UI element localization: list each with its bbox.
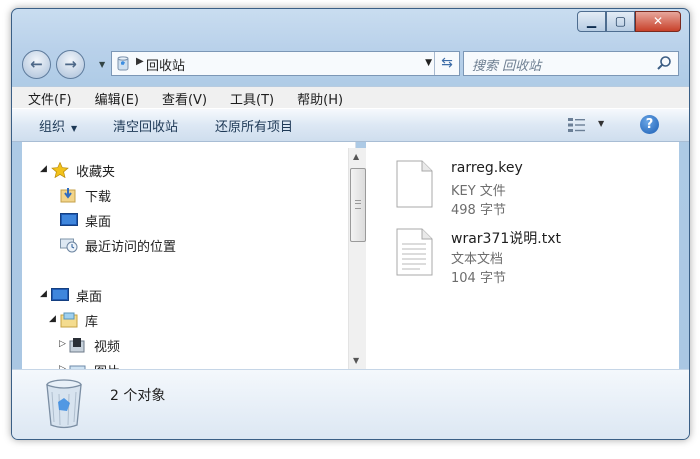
- nav-desktop[interactable]: 桌面: [51, 285, 102, 305]
- nav-recent-places-label: 最近访问的位置: [85, 239, 177, 255]
- expand-videos-icon[interactable]: ▷: [59, 339, 66, 349]
- breadcrumb-arrow-icon[interactable]: ▶: [136, 56, 144, 67]
- file-size: 104 字节: [451, 271, 506, 286]
- organize-dropdown-icon: ▼: [71, 124, 78, 133]
- menu-help[interactable]: 帮助(H): [281, 87, 350, 109]
- file-type: KEY 文件: [451, 184, 506, 199]
- menu-tools[interactable]: 工具(T): [214, 87, 281, 109]
- refresh-icon: ⇆: [441, 55, 453, 71]
- recycle-bin-icon: [46, 379, 82, 429]
- file-type: 文本文档: [451, 252, 504, 267]
- collapse-library-icon[interactable]: ◢: [49, 314, 56, 324]
- file-size: 498 字节: [451, 203, 506, 218]
- nav-desktop-label: 桌面: [76, 289, 103, 305]
- command-bar: 组织 ▼ 清空回收站 还原所有项目 ▼ ?: [12, 108, 689, 142]
- search-input[interactable]: 搜索 回收站: [463, 51, 679, 76]
- scroll-down-icon[interactable]: ▼: [353, 356, 359, 365]
- recent-pages-dropdown-icon[interactable]: ▼: [99, 60, 105, 69]
- nav-recent-places[interactable]: 最近访问的位置: [60, 235, 176, 255]
- file-name: wrar371说明.txt: [451, 231, 561, 247]
- scroll-up-icon[interactable]: ▲: [353, 152, 359, 161]
- address-bar[interactable]: ▶ 回收站 ▼ ⇆: [111, 51, 460, 76]
- menu-edit[interactable]: 编辑(E): [79, 87, 146, 109]
- nav-videos-label: 视频: [94, 339, 121, 355]
- empty-recycle-bin-button[interactable]: 清空回收站: [113, 116, 178, 135]
- text-document-icon: [396, 228, 433, 276]
- library-icon: [60, 312, 78, 328]
- item-count: 2 个对象: [110, 388, 166, 404]
- change-view-icon[interactable]: [568, 118, 586, 132]
- nav-favorites[interactable]: 收藏夹: [51, 160, 115, 180]
- desktop-icon: [60, 213, 78, 226]
- nav-favorites-label: 收藏夹: [76, 164, 116, 180]
- address-history-dropdown-icon[interactable]: ▼: [425, 58, 432, 68]
- details-pane: 2 个对象: [12, 369, 689, 439]
- back-button[interactable]: ←: [22, 50, 51, 79]
- organize-button[interactable]: 组织 ▼: [39, 116, 77, 135]
- search-icon[interactable]: [656, 55, 672, 71]
- forward-button[interactable]: →: [56, 50, 85, 79]
- search-placeholder: 搜索 回收站: [472, 59, 542, 74]
- minimize-button[interactable]: ▁: [577, 11, 606, 32]
- desktop-icon: [51, 288, 69, 301]
- file-list: rarreg.key KEY 文件 498 字节 wrar371说明.txt 文…: [366, 142, 679, 369]
- menu-view[interactable]: 查看(V): [146, 87, 214, 109]
- generic-file-icon: [396, 160, 433, 208]
- nav-downloads-label: 下载: [85, 189, 112, 205]
- nav-favorites-desktop[interactable]: 桌面: [60, 210, 111, 230]
- nav-library[interactable]: 库: [60, 310, 98, 330]
- scrollbar-thumb[interactable]: [350, 168, 366, 242]
- breadcrumb-recycle-bin[interactable]: 回收站: [146, 55, 185, 74]
- menu-bar: 文件(F) 编辑(E) 查看(V) 工具(T) 帮助(H): [12, 86, 689, 109]
- nav-videos[interactable]: 视频: [69, 335, 120, 355]
- recent-places-icon: [60, 238, 78, 253]
- collapse-favorites-icon[interactable]: ◢: [40, 164, 47, 174]
- help-icon[interactable]: ?: [640, 115, 659, 134]
- file-name: rarreg.key: [451, 160, 523, 176]
- view-options-dropdown-icon[interactable]: ▼: [598, 119, 604, 128]
- videos-library-icon: [69, 338, 85, 353]
- navigation-pane: ◢ 收藏夹 下载 桌面 最近访问的位置 ◢ 桌面 ◢ 库 ▷ 视频: [22, 142, 356, 380]
- collapse-desktop-icon[interactable]: ◢: [40, 289, 47, 299]
- nav-downloads[interactable]: 下载: [60, 185, 111, 205]
- explorer-window: ▁ ▢ ✕ ← → ▼ ▶ 回收站 ▼ ⇆ 搜索 回收站 文件(F) 编辑(E)…: [11, 8, 690, 440]
- refresh-button[interactable]: ⇆: [434, 52, 459, 75]
- nav-library-label: 库: [85, 314, 99, 330]
- star-icon: [51, 162, 69, 178]
- organize-label: 组织: [39, 120, 66, 135]
- close-button[interactable]: ✕: [635, 11, 681, 32]
- navigation-scrollbar[interactable]: ▲ ▼: [348, 148, 366, 369]
- menu-file[interactable]: 文件(F): [12, 87, 79, 109]
- restore-all-button[interactable]: 还原所有项目: [215, 116, 293, 135]
- window-controls: ▁ ▢ ✕: [577, 11, 681, 32]
- downloads-folder-icon: [60, 188, 76, 203]
- maximize-button[interactable]: ▢: [606, 11, 635, 32]
- recycle-bin-icon: [117, 56, 129, 71]
- nav-favorites-desktop-label: 桌面: [85, 214, 112, 230]
